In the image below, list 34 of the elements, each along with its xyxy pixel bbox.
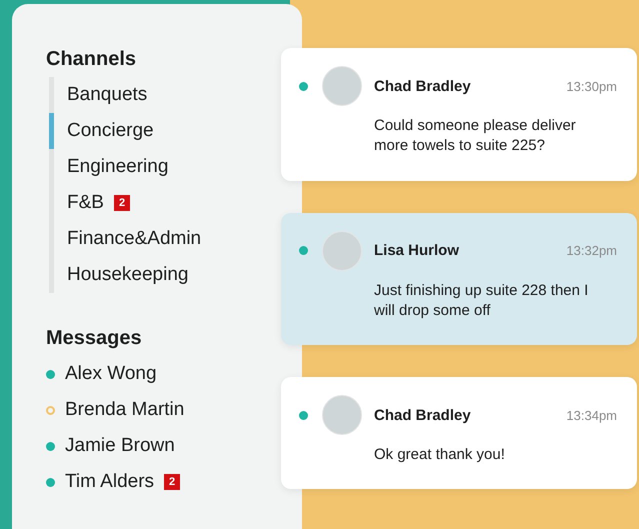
channel-label: Concierge [67, 120, 154, 142]
message-text: Ok great thank you! [374, 445, 506, 465]
channel-item[interactable]: Engineering [49, 149, 168, 185]
sender-name: Chad Bradley [374, 406, 472, 424]
sender-name: Chad Bradley [374, 78, 472, 94]
message-time: 13:32pm [566, 243, 617, 258]
channel-item[interactable]: Banquets [49, 77, 148, 113]
unread-count: 2 [114, 195, 130, 211]
channel-item[interactable]: Finance&Admin [49, 221, 202, 257]
unread-count: 2 [164, 474, 180, 490]
channel-label: Engineering [67, 156, 168, 178]
channel-label: Finance&Admin [67, 228, 202, 250]
channel-label: F&B [67, 192, 104, 214]
channel-item[interactable]: F&B 2 [49, 185, 130, 221]
message-card[interactable]: Chad Bradley 13:34pm Ok great thank you! [281, 377, 637, 490]
message-card[interactable]: Lisa Hurlow 13:32pm Just finishing up suite 228 then I will drop some off [281, 212, 637, 345]
sender-name: Lisa Hurlow [374, 242, 460, 259]
contact-name[interactable]: Tim Alders [65, 471, 154, 493]
message-text: Just finishing up suite 228 then I will drop some off [374, 280, 589, 321]
channel-item[interactable]: Concierge [49, 113, 154, 149]
message-time: 13:34pm [566, 408, 617, 422]
message-text: Could someone please deliver more towels to suite 225? [374, 116, 577, 156]
message-time: 13:30pm [566, 78, 617, 94]
avatar-placeholder [322, 395, 362, 435]
channel-item[interactable]: Housekeeping [49, 257, 188, 293]
messages-heading: Messages [46, 327, 143, 350]
avatar-placeholder [322, 66, 362, 106]
message-card[interactable]: Chad Bradley 13:30pm Could someone please deliver more towels to suite 225? [281, 48, 637, 180]
contact-name[interactable]: Jamie Brown [65, 435, 175, 457]
channel-label: Banquets [67, 84, 148, 106]
channels-heading: Channels [46, 48, 138, 71]
channel-label: Housekeeping [67, 264, 188, 286]
contact-name[interactable]: Alex Wong [65, 363, 157, 385]
contact-name[interactable]: Brenda Martin [65, 399, 184, 421]
